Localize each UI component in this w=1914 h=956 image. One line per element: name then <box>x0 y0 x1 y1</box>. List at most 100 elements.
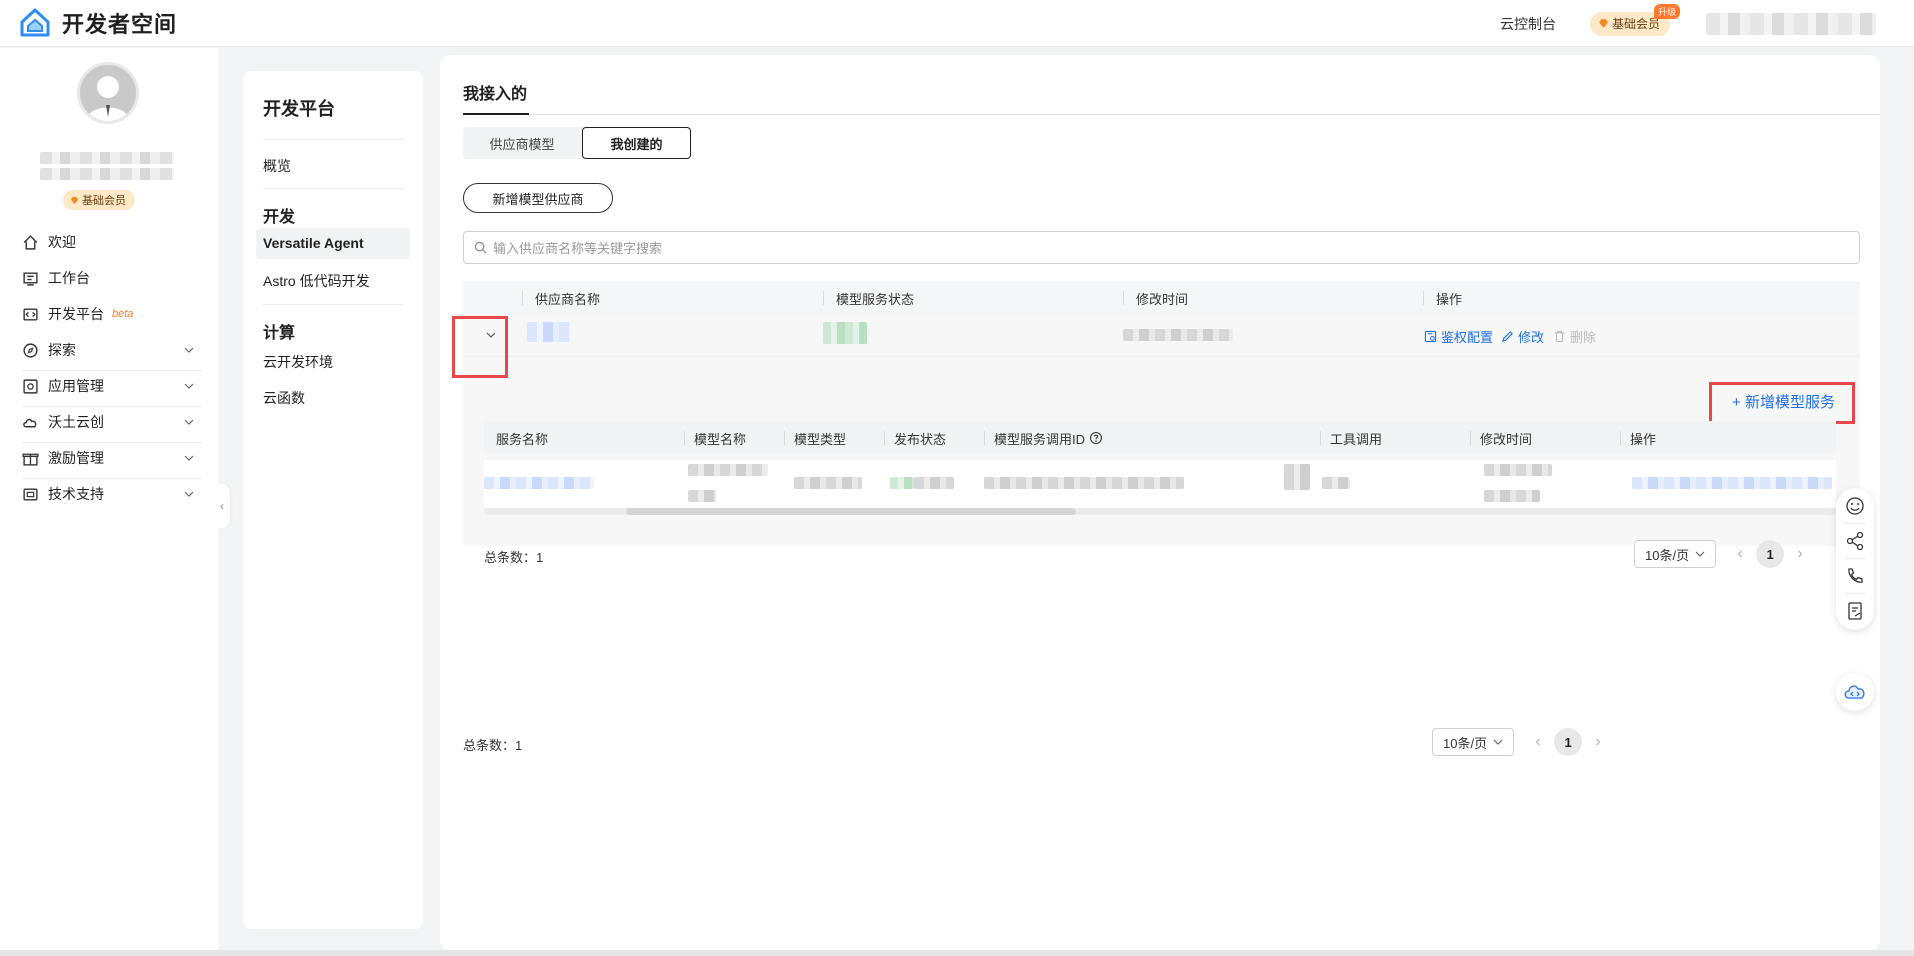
pencil-icon <box>1501 331 1513 343</box>
col-model-type: 模型类型 <box>794 431 847 447</box>
panel-divider <box>263 304 403 305</box>
toolbar-divider <box>1844 558 1866 559</box>
question-circle-icon[interactable] <box>1089 431 1103 445</box>
user-silhouette-icon <box>86 76 130 121</box>
column-divider <box>884 431 885 445</box>
prev-page-button[interactable]: ‹ <box>1730 544 1750 564</box>
add-provider-button[interactable]: 新增模型供应商 <box>463 183 613 213</box>
edit-button[interactable]: 修改 <box>1501 327 1544 346</box>
panel-item-astro[interactable]: Astro 低代码开发 <box>263 271 370 291</box>
page-number-current[interactable]: 1 <box>1554 728 1583 756</box>
column-divider <box>1620 431 1621 445</box>
cloud-icon <box>23 418 37 427</box>
toolbar-divider <box>1844 523 1866 524</box>
column-divider <box>784 431 785 445</box>
horizontal-scrollbar-thumb[interactable] <box>626 508 1076 515</box>
smile-icon[interactable] <box>1845 496 1865 516</box>
vip-badge[interactable]: 基础会员 升级 <box>1589 3 1680 36</box>
delete-label: 删除 <box>1570 330 1597 345</box>
sidebar-item-incentive[interactable]: 激励管理 <box>0 440 205 476</box>
tab-divider <box>463 114 1880 115</box>
seg-supplier-models[interactable]: 供应商模型 <box>463 127 581 159</box>
phone-icon[interactable] <box>1845 566 1865 586</box>
console-link[interactable]: 云控制台 <box>1500 14 1556 34</box>
diamond-icon <box>1599 19 1608 28</box>
sidebar-item-appmgmt[interactable]: 应用管理 <box>0 368 205 404</box>
seg-created-by-me[interactable]: 我创建的 <box>582 127 691 159</box>
chevron-down-icon <box>184 383 194 389</box>
feedback-icon[interactable] <box>1845 601 1865 621</box>
inner-time-blurred-2 <box>1484 490 1540 502</box>
col-modified-time: 修改时间 <box>1136 291 1189 307</box>
prev-page-button[interactable]: ‹ <box>1528 732 1548 752</box>
column-divider <box>1470 431 1471 445</box>
userid-blurred <box>40 168 174 180</box>
sidebar-item-explore[interactable]: 探索 <box>0 332 205 368</box>
sidebar-item-label: 欢迎 <box>48 234 76 250</box>
chevron-left-icon: ‹ <box>220 499 224 513</box>
sidebar-item-label: 开发平台 <box>48 306 104 322</box>
panel-item-overview[interactable]: 概览 <box>263 156 291 176</box>
brand[interactable]: 开发者空间 <box>18 6 177 40</box>
service-status-blurred <box>823 322 867 344</box>
panel-group-compute: 计算 <box>263 325 296 342</box>
chevron-down-icon <box>184 491 194 497</box>
panel-group-dev: 开发 <box>263 209 296 226</box>
next-page-button[interactable]: › <box>1790 544 1810 564</box>
panel-divider <box>263 139 403 140</box>
panel-item-cloud-func[interactable]: 云函数 <box>263 388 305 408</box>
top-bar: 开发者空间 云控制台 基础会员 升级 <box>0 0 1914 47</box>
sidebar-collapse-handle[interactable]: ‹ <box>214 484 230 528</box>
sidebar-vip-badge: 基础会员 <box>63 190 135 210</box>
toolbar-divider <box>1844 593 1866 594</box>
sidebar-item-label: 激励管理 <box>48 450 104 466</box>
provider-table-header: 供应商名称 模型服务状态 修改时间 操作 <box>463 281 1860 315</box>
tab-connected[interactable]: 我接入的 <box>463 80 527 104</box>
column-divider <box>823 291 824 305</box>
inner-page-size-select[interactable]: 10条/页 <box>1634 540 1717 568</box>
highlight-add-service <box>1709 382 1855 424</box>
cloud-code-button[interactable] <box>1836 673 1874 711</box>
call-id-copy-blurred <box>1284 464 1310 490</box>
user-account-blurred[interactable] <box>1706 12 1876 35</box>
sidebar-item-wotu[interactable]: 沃土云创 <box>0 404 205 440</box>
panel-item-cloud-env[interactable]: 云开发环境 <box>263 352 333 372</box>
column-divider <box>1320 431 1321 445</box>
delete-button[interactable]: 删除 <box>1553 327 1596 346</box>
highlight-expand-toggle <box>452 316 508 378</box>
share-icon[interactable] <box>1845 531 1865 551</box>
sidebar-item-devplatform[interactable]: 开发平台 beta <box>0 296 205 332</box>
dev-platform-panel: 开发平台 概览 开发 Versatile Agent Astro 低代码开发 计… <box>243 71 423 929</box>
col-inner-modified-time: 修改时间 <box>1480 431 1533 447</box>
provider-name-blurred[interactable] <box>527 322 571 342</box>
edit-label: 修改 <box>1518 330 1545 345</box>
sidebar-item-label: 工作台 <box>48 270 90 286</box>
publish-status-blurred-2 <box>914 477 954 489</box>
inner-operations-blurred[interactable] <box>1632 477 1832 489</box>
next-page-button[interactable]: › <box>1588 732 1608 752</box>
sidebar-item-welcome[interactable]: 欢迎 <box>0 224 205 260</box>
gift-icon <box>22 453 39 466</box>
vip-label: 基础会员 <box>1611 17 1660 31</box>
sidebar-item-support[interactable]: 技术支持 <box>0 476 205 512</box>
call-id-blurred <box>984 477 1184 489</box>
upgrade-tag[interactable]: 升级 <box>1653 3 1680 19</box>
cloud-code-icon <box>1844 685 1865 699</box>
page-number-current[interactable]: 1 <box>1756 540 1785 568</box>
left-nav: 基础会员 欢迎 工作台 开发平台 beta 探索 应用管理 沃土云创 激励管理 … <box>0 48 218 956</box>
model-type-blurred <box>794 477 862 489</box>
auth-config-button[interactable]: 鉴权配置 <box>1424 327 1493 346</box>
search-input[interactable]: 输入供应商名称等关键字搜索 <box>463 231 1860 264</box>
service-name-blurred[interactable] <box>484 477 594 489</box>
panel-item-versatile-agent[interactable]: Versatile Agent <box>263 235 364 251</box>
model-name-blurred-2 <box>688 490 716 502</box>
desk-icon <box>23 271 38 286</box>
source-segmented-control: 供应商模型 我创建的 <box>463 127 691 159</box>
outer-page-size-select[interactable]: 10条/页 <box>1432 728 1515 756</box>
col-model-name: 模型名称 <box>694 431 747 447</box>
sidebar-item-workbench[interactable]: 工作台 <box>0 260 205 296</box>
col-tool-call: 工具调用 <box>1330 431 1383 447</box>
avatar[interactable] <box>77 62 139 124</box>
compass-icon <box>23 342 38 358</box>
sidebar-item-label: 应用管理 <box>48 378 104 394</box>
